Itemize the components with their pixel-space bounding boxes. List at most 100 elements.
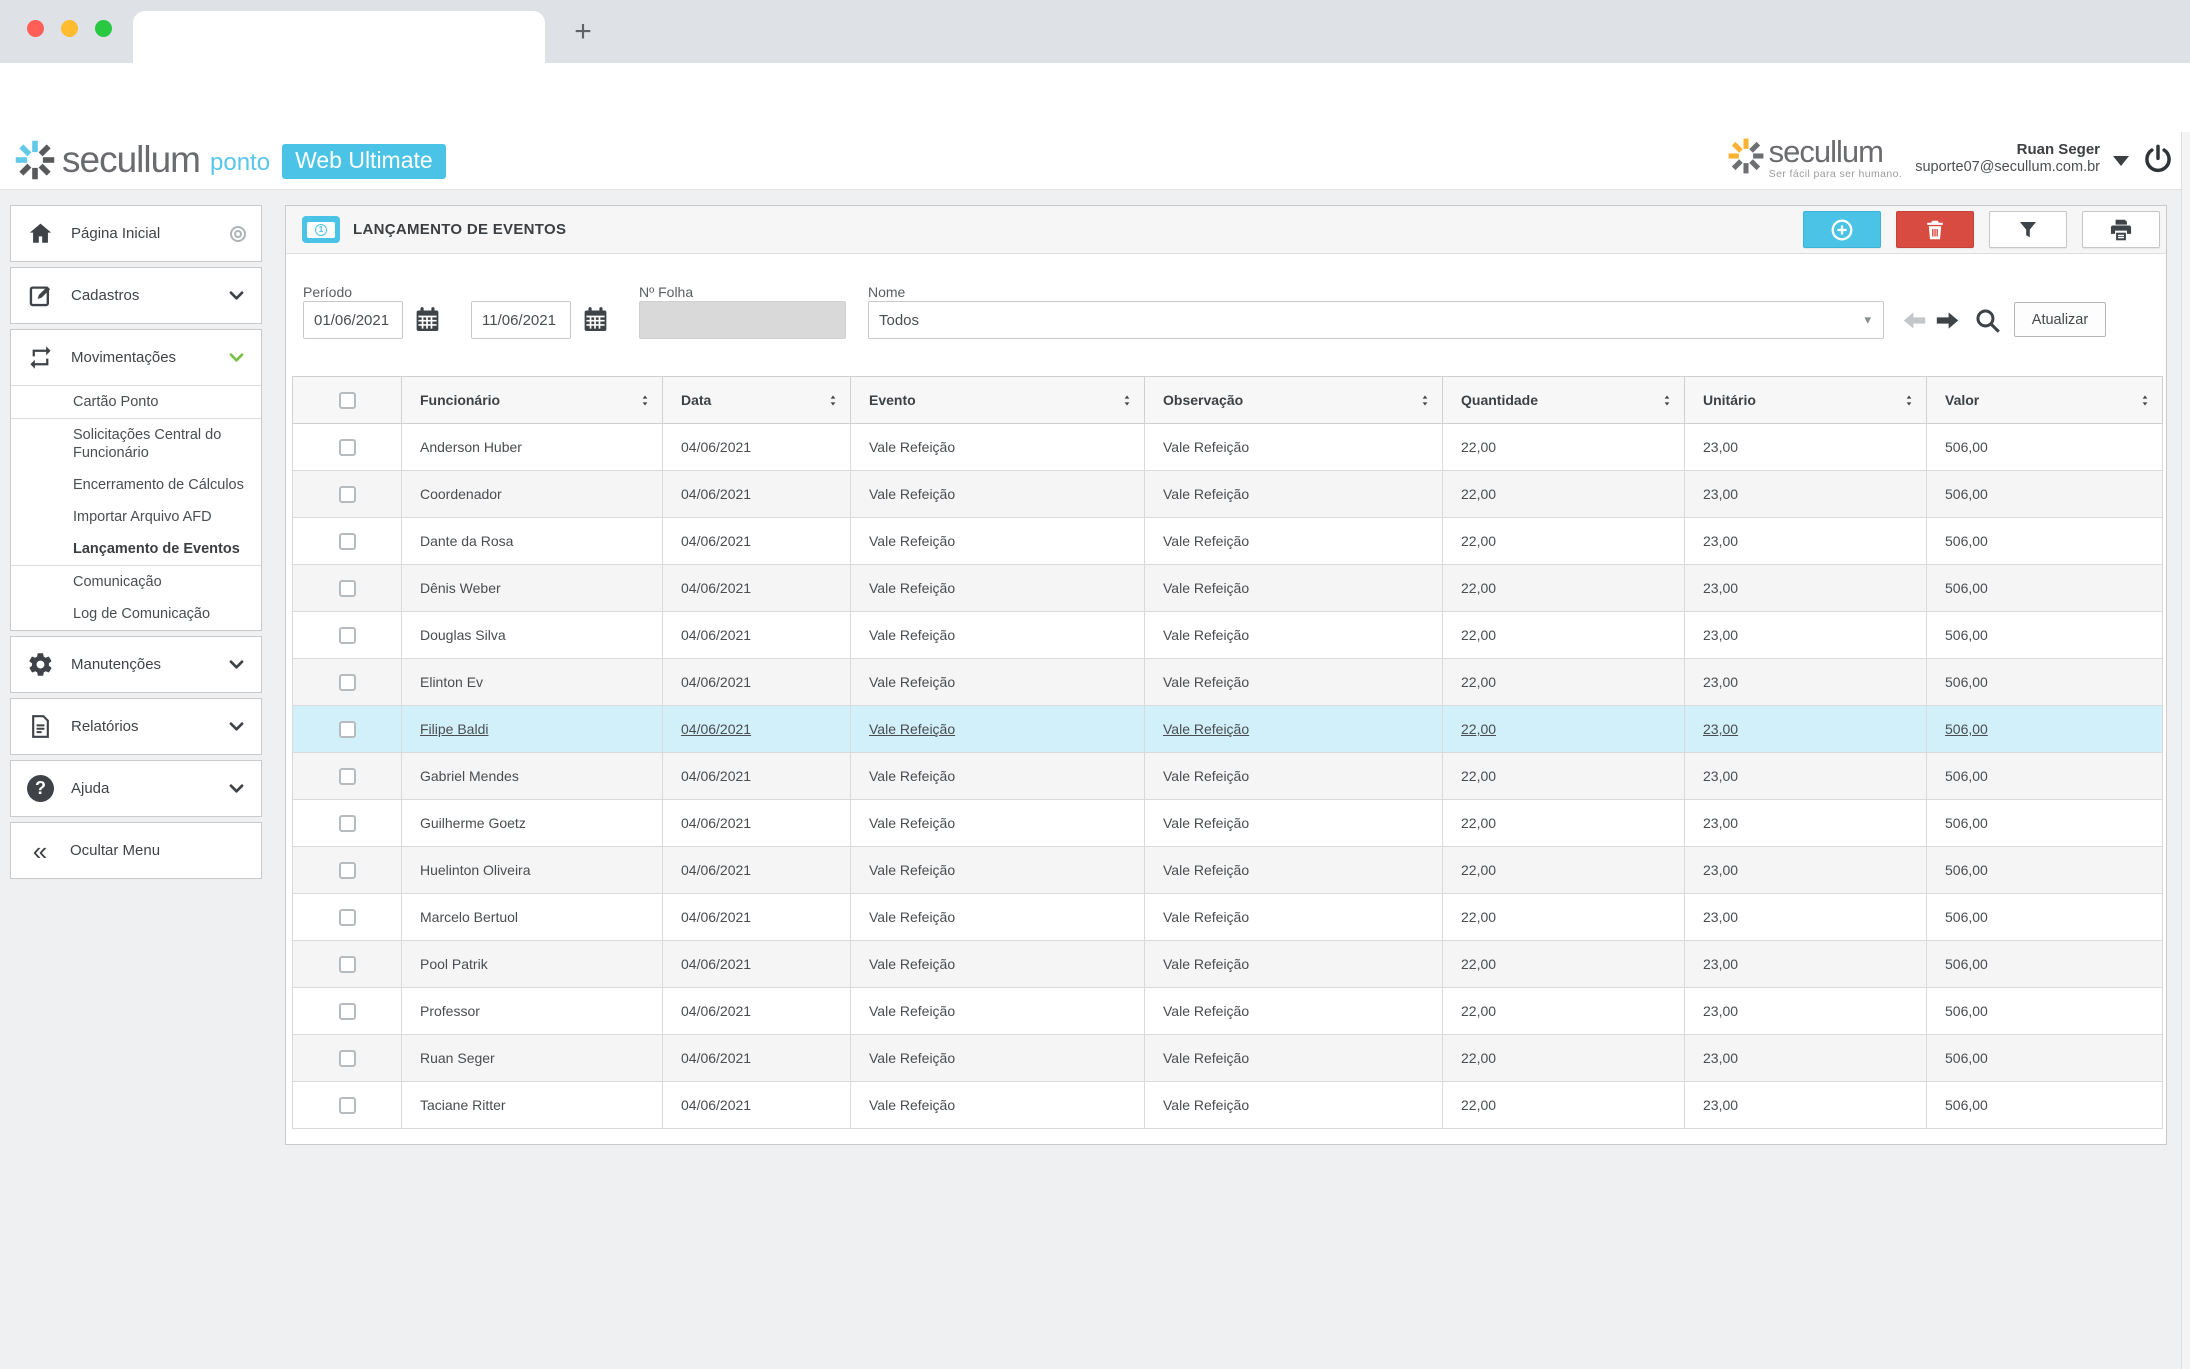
maximize-window-button[interactable] <box>95 20 112 37</box>
sort-icon[interactable] <box>2138 393 2152 408</box>
delete-button[interactable] <box>1896 211 1974 248</box>
browser-tab[interactable] <box>133 11 545 63</box>
table-row[interactable]: Marcelo Bertuol 04/06/2021 Vale Refeição… <box>293 894 2163 941</box>
sort-icon[interactable] <box>826 393 840 408</box>
row-checkbox[interactable] <box>339 580 356 597</box>
sort-icon[interactable] <box>638 393 652 408</box>
plus-circle-icon <box>1829 217 1855 243</box>
row-checkbox[interactable] <box>339 721 356 738</box>
col-valor[interactable]: Valor <box>1927 377 2163 424</box>
row-checkbox[interactable] <box>339 909 356 926</box>
col-data[interactable]: Data <box>663 377 851 424</box>
table-row[interactable]: Professor 04/06/2021 Vale Refeição Vale … <box>293 988 2163 1035</box>
col-evento[interactable]: Evento <box>851 377 1145 424</box>
sort-icon[interactable] <box>1660 393 1674 408</box>
col-unitario[interactable]: Unitário <box>1685 377 1927 424</box>
cell-observacao: Vale Refeição <box>1145 847 1443 894</box>
table-row[interactable]: Huelinton Oliveira 04/06/2021 Vale Refei… <box>293 847 2163 894</box>
row-checkbox[interactable] <box>339 627 356 644</box>
minimize-window-button[interactable] <box>61 20 78 37</box>
print-button[interactable] <box>2082 211 2160 248</box>
table-row[interactable]: Guilherme Goetz 04/06/2021 Vale Refeição… <box>293 800 2163 847</box>
page-scrollbar[interactable] <box>2181 132 2190 1369</box>
row-checkbox-cell <box>293 988 402 1035</box>
row-checkbox[interactable] <box>339 956 356 973</box>
refresh-button[interactable]: Atualizar <box>2014 302 2106 337</box>
repeat-icon <box>27 344 54 371</box>
row-checkbox[interactable] <box>339 768 356 785</box>
sidebar-item-log-comunicacao[interactable]: Log de Comunicação <box>11 598 261 630</box>
search-icon[interactable] <box>1973 306 2002 335</box>
col-funcionario[interactable]: Funcionário <box>402 377 663 424</box>
date-to-input[interactable]: 11/06/2021 <box>471 301 571 339</box>
cell-funcionario: Dênis Weber <box>402 565 663 612</box>
sidebar-item-pagina-inicial[interactable]: Página Inicial <box>11 206 261 261</box>
table-row[interactable]: Elinton Ev 04/06/2021 Vale Refeição Vale… <box>293 659 2163 706</box>
sort-icon[interactable] <box>1902 393 1916 408</box>
table-row[interactable]: Gabriel Mendes 04/06/2021 Vale Refeição … <box>293 753 2163 800</box>
row-checkbox-cell <box>293 941 402 988</box>
sidebar-item-cartao-ponto[interactable]: Cartão Ponto <box>11 386 261 419</box>
calendar-icon[interactable] <box>413 305 442 334</box>
col-quantidade[interactable]: Quantidade <box>1443 377 1685 424</box>
sidebar-item-relatorios[interactable]: Relatórios <box>11 699 261 754</box>
table-row[interactable]: Pool Patrik 04/06/2021 Vale Refeição Val… <box>293 941 2163 988</box>
calendar-icon[interactable] <box>581 305 610 334</box>
table-row[interactable]: Dênis Weber 04/06/2021 Vale Refeição Val… <box>293 565 2163 612</box>
nome-select[interactable]: Todos ▾ <box>868 301 1884 339</box>
row-checkbox[interactable] <box>339 1003 356 1020</box>
sidebar-item-lancamento-eventos[interactable]: Lançamento de Eventos <box>11 533 261 566</box>
row-checkbox[interactable] <box>339 486 356 503</box>
sidebar-item-ajuda[interactable]: ? Ajuda <box>11 761 261 816</box>
row-checkbox[interactable] <box>339 1097 356 1114</box>
sort-icon[interactable] <box>1120 393 1134 408</box>
prev-arrow-icon[interactable] <box>1901 307 1928 334</box>
cell-unitario: 23,00 <box>1685 894 1927 941</box>
table-row[interactable]: Ruan Seger 04/06/2021 Vale Refeição Vale… <box>293 1035 2163 1082</box>
col-observacao[interactable]: Observação <box>1145 377 1443 424</box>
browser-tab-strip: + <box>0 0 2190 63</box>
logout-power-icon[interactable] <box>2142 143 2174 175</box>
new-tab-button[interactable]: + <box>566 16 600 50</box>
user-dropdown-icon[interactable] <box>2113 156 2129 166</box>
row-checkbox[interactable] <box>339 1050 356 1067</box>
table-row[interactable]: Anderson Huber 04/06/2021 Vale Refeição … <box>293 424 2163 471</box>
cell-observacao: Vale Refeição <box>1145 424 1443 471</box>
table-row[interactable]: Douglas Silva 04/06/2021 Vale Refeição V… <box>293 612 2163 659</box>
row-checkbox[interactable] <box>339 674 356 691</box>
trash-icon <box>1923 218 1947 242</box>
sidebar-item-ocultar-menu[interactable]: « Ocultar Menu <box>11 823 261 878</box>
date-from-input[interactable]: 01/06/2021 <box>303 301 403 339</box>
table-row[interactable]: Taciane Ritter 04/06/2021 Vale Refeição … <box>293 1082 2163 1129</box>
row-checkbox[interactable] <box>339 533 356 550</box>
table-row[interactable]: Filipe Baldi 04/06/2021 Vale Refeição Va… <box>293 706 2163 753</box>
sidebar-item-comunicacao[interactable]: Comunicação <box>11 566 261 598</box>
chevron-down-icon <box>227 655 246 674</box>
chevron-down-icon <box>227 348 246 367</box>
row-checkbox[interactable] <box>339 862 356 879</box>
add-button[interactable] <box>1803 211 1881 248</box>
cell-data: 04/06/2021 <box>663 894 851 941</box>
select-all-checkbox[interactable] <box>339 392 356 409</box>
cell-valor: 506,00 <box>1927 471 2163 518</box>
sidebar-item-encerramento[interactable]: Encerramento de Cálculos <box>11 469 261 501</box>
next-arrow-icon[interactable] <box>1934 307 1961 334</box>
table-row[interactable]: Dante da Rosa 04/06/2021 Vale Refeição V… <box>293 518 2163 565</box>
row-checkbox[interactable] <box>339 439 356 456</box>
sidebar-item-importar-afd[interactable]: Importar Arquivo AFD <box>11 501 261 533</box>
user-info[interactable]: Ruan Seger suporte07@secullum.com.br <box>1915 141 2100 176</box>
cell-data: 04/06/2021 <box>663 847 851 894</box>
sidebar-item-manutencoes[interactable]: Manutenções <box>11 637 261 692</box>
cell-unitario: 23,00 <box>1685 988 1927 1035</box>
sort-icon[interactable] <box>1418 393 1432 408</box>
sidebar-item-movimentacoes[interactable]: Movimentações <box>11 330 261 385</box>
cell-observacao: Vale Refeição <box>1145 988 1443 1035</box>
sidebar-item-cadastros[interactable]: Cadastros <box>11 268 261 323</box>
close-window-button[interactable] <box>27 20 44 37</box>
cell-valor: 506,00 <box>1927 565 2163 612</box>
cell-observacao: Vale Refeição <box>1145 565 1443 612</box>
row-checkbox[interactable] <box>339 815 356 832</box>
sidebar-item-solicitacoes[interactable]: Solicitações Central do Funcionário <box>11 419 261 469</box>
table-row[interactable]: Coordenador 04/06/2021 Vale Refeição Val… <box>293 471 2163 518</box>
filter-button[interactable] <box>1989 211 2067 248</box>
